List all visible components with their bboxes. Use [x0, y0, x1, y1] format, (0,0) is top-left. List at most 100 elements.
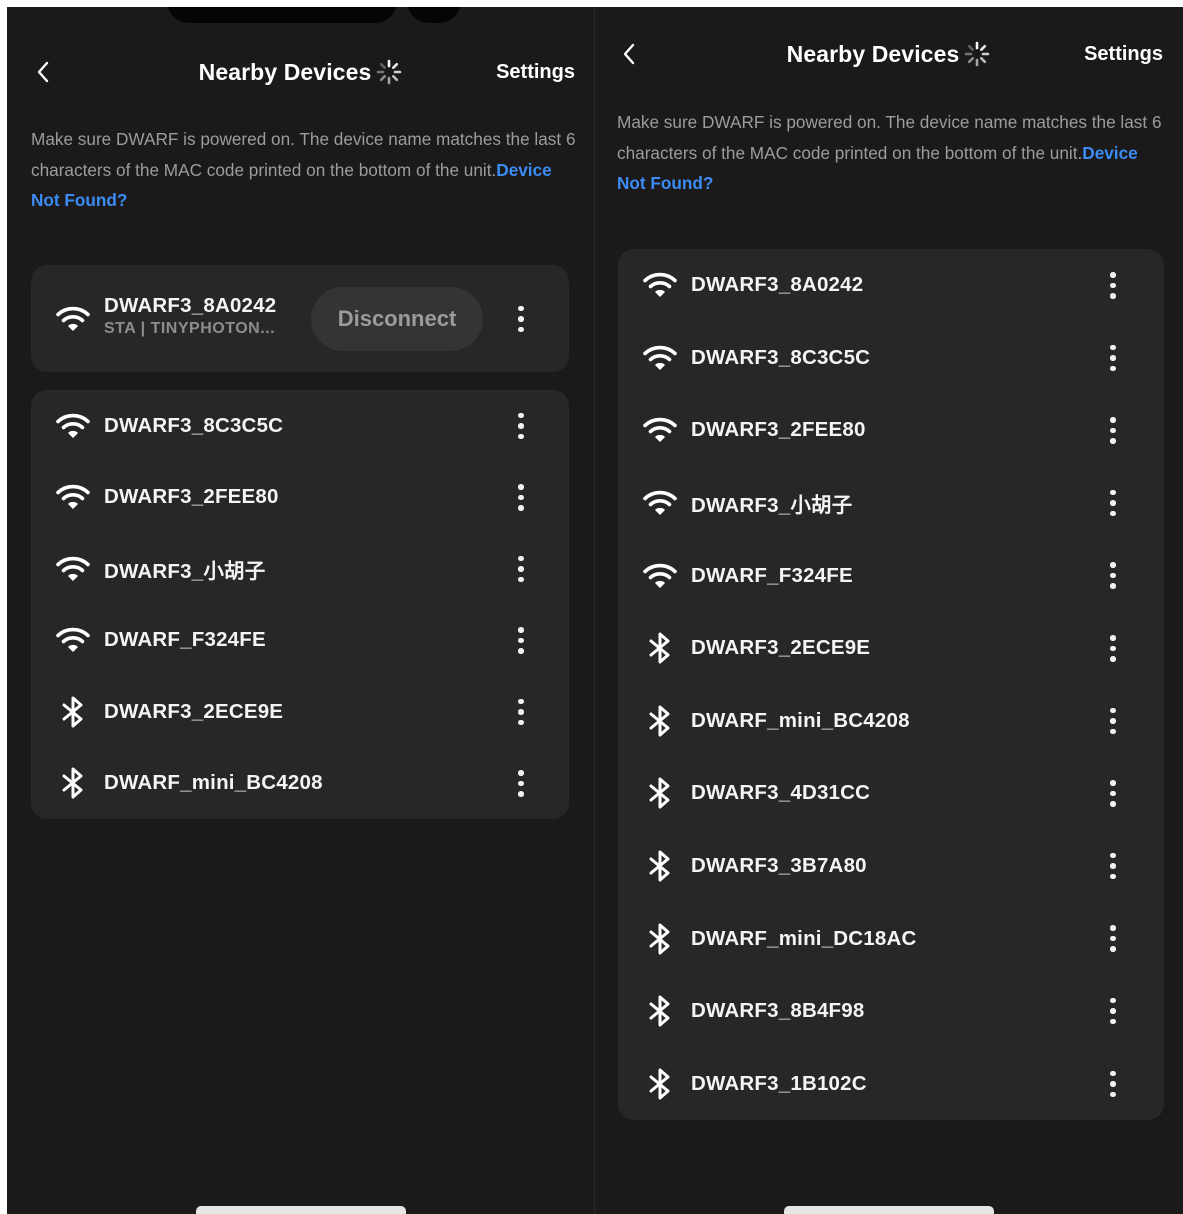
- wifi-icon: [638, 408, 682, 452]
- wifi-icon: [638, 554, 682, 598]
- more-options-button[interactable]: [1098, 263, 1128, 307]
- device-name: DWARF3_8C3C5C: [104, 413, 284, 437]
- instructions-body: Make sure DWARF is powered on. The devic…: [617, 112, 1162, 163]
- device-row[interactable]: DWARF3_小胡子: [31, 533, 569, 605]
- device-name: DWARF_F324FE: [104, 628, 266, 652]
- device-name: DWARF3_2ECE9E: [104, 699, 284, 723]
- device-name: DWARF_F324FE: [691, 563, 853, 587]
- more-options-button[interactable]: [1098, 844, 1128, 888]
- top-bar: Nearby Devices Settings: [595, 34, 1183, 74]
- wifi-icon: [51, 618, 95, 662]
- back-button[interactable]: [609, 34, 649, 74]
- more-options-button[interactable]: [506, 690, 536, 734]
- device-name: DWARF3_3B7A80: [691, 854, 867, 878]
- right-phone-screen: Nearby Devices Settings Make sure DWARF …: [595, 7, 1183, 1214]
- device-row[interactable]: DWARF3_8C3C5C: [618, 322, 1164, 395]
- more-vertical-icon: [518, 770, 524, 797]
- device-row[interactable]: DWARF_F324FE: [618, 539, 1164, 612]
- wifi-icon: [51, 404, 95, 448]
- more-options-button[interactable]: [1098, 917, 1128, 961]
- more-vertical-icon: [1110, 707, 1116, 735]
- device-list: DWARF3_8A0242 DWARF3_8C3C5C DWARF3_2FEE80 D…: [618, 249, 1164, 1120]
- device-row[interactable]: DWARF_mini_DC18AC: [618, 902, 1164, 975]
- more-options-button[interactable]: [1098, 408, 1128, 452]
- more-options-button[interactable]: [1098, 481, 1128, 525]
- device-row[interactable]: DWARF3_8A0242: [618, 249, 1164, 322]
- more-options-button[interactable]: [506, 297, 536, 341]
- more-vertical-icon: [1110, 1070, 1116, 1098]
- loading-spinner-icon: [377, 59, 402, 85]
- more-options-button[interactable]: [506, 618, 536, 662]
- device-name: DWARF3_1B102C: [691, 1071, 867, 1095]
- more-vertical-icon: [1110, 344, 1116, 372]
- device-name: DWARF3_4D31CC: [691, 781, 871, 805]
- device-row[interactable]: DWARF_F324FE: [31, 605, 569, 677]
- device-row[interactable]: DWARF3_8C3C5C: [31, 390, 569, 462]
- device-name: DWARF3_小胡子: [691, 494, 853, 518]
- more-options-button[interactable]: [506, 761, 536, 805]
- more-vertical-icon: [1110, 997, 1116, 1025]
- wifi-icon: [51, 297, 95, 341]
- chevron-left-icon: [37, 61, 49, 83]
- more-options-button[interactable]: [1098, 989, 1128, 1033]
- device-row[interactable]: DWARF3_2FEE80: [31, 462, 569, 534]
- disconnect-button[interactable]: Disconnect: [311, 287, 483, 351]
- wifi-icon: [638, 481, 682, 525]
- more-vertical-icon: [518, 484, 524, 511]
- more-vertical-icon: [1110, 925, 1116, 952]
- more-vertical-icon: [1110, 852, 1116, 880]
- more-options-button[interactable]: [1098, 554, 1128, 598]
- more-options-button[interactable]: [506, 475, 536, 519]
- wifi-icon: [51, 547, 95, 591]
- instructions-text: Make sure DWARF is powered on. The devic…: [617, 107, 1163, 199]
- device-name: DWARF3_小胡子: [104, 559, 266, 583]
- device-row[interactable]: DWARF3_2FEE80: [618, 394, 1164, 467]
- wifi-icon: [638, 263, 682, 307]
- bluetooth-icon: [51, 690, 95, 734]
- loading-spinner-icon: [965, 41, 990, 67]
- back-button[interactable]: [23, 52, 63, 92]
- device-row[interactable]: DWARF3_4D31CC: [618, 757, 1164, 830]
- wifi-icon: [638, 336, 682, 380]
- camera-notch: [407, 7, 461, 23]
- device-row[interactable]: DWARF3_2ECE9E: [618, 612, 1164, 685]
- device-row[interactable]: DWARF3_小胡子: [618, 467, 1164, 540]
- bluetooth-icon: [638, 989, 682, 1033]
- device-list: DWARF3_8C3C5C DWARF3_2FEE80 DWARF3_小胡子 DWAR…: [31, 390, 569, 819]
- device-name: DWARF3_2FEE80: [104, 485, 279, 509]
- device-name: DWARF3_2FEE80: [691, 418, 866, 442]
- more-options-button[interactable]: [1098, 771, 1128, 815]
- more-options-button[interactable]: [506, 547, 536, 591]
- more-options-button[interactable]: [506, 404, 536, 448]
- camera-notch: [167, 7, 397, 23]
- home-indicator: [196, 1206, 406, 1214]
- device-name: DWARF3_8A0242: [691, 273, 864, 297]
- device-row[interactable]: DWARF3_1B102C: [618, 1048, 1164, 1121]
- left-phone-screen: Nearby Devices Settings Make sure DWARF …: [7, 7, 595, 1214]
- connection-mode-label: STA | TINYPHOTON...: [104, 320, 276, 337]
- more-vertical-icon: [1110, 272, 1116, 299]
- bluetooth-icon: [638, 626, 682, 670]
- more-vertical-icon: [1110, 635, 1116, 662]
- device-row[interactable]: DWARF_mini_BC4208: [31, 748, 569, 820]
- more-options-button[interactable]: [1098, 1062, 1128, 1106]
- instructions-body: Make sure DWARF is powered on. The devic…: [31, 129, 576, 180]
- more-options-button[interactable]: [1098, 699, 1128, 743]
- settings-button[interactable]: Settings: [1084, 34, 1163, 74]
- device-row[interactable]: DWARF3_8B4F98: [618, 975, 1164, 1048]
- page-title: Nearby Devices: [786, 40, 960, 67]
- settings-button[interactable]: Settings: [496, 52, 575, 92]
- device-row[interactable]: DWARF_mini_BC4208: [618, 685, 1164, 758]
- bluetooth-icon: [638, 1062, 682, 1106]
- more-options-button[interactable]: [1098, 626, 1128, 670]
- more-vertical-icon: [1110, 417, 1116, 444]
- connected-device-name: DWARF3_8A0242: [104, 294, 277, 317]
- wifi-icon: [51, 475, 95, 519]
- device-row[interactable]: DWARF3_3B7A80: [618, 830, 1164, 903]
- device-row[interactable]: DWARF3_2ECE9E: [31, 676, 569, 748]
- connected-device-card: DWARF3_8A0242 STA | TINYPHOTON... Discon…: [31, 265, 569, 372]
- device-name: DWARF_mini_BC4208: [104, 771, 323, 795]
- more-options-button[interactable]: [1098, 336, 1128, 380]
- device-name: DWARF_mini_BC4208: [691, 708, 910, 732]
- home-indicator: [784, 1206, 994, 1214]
